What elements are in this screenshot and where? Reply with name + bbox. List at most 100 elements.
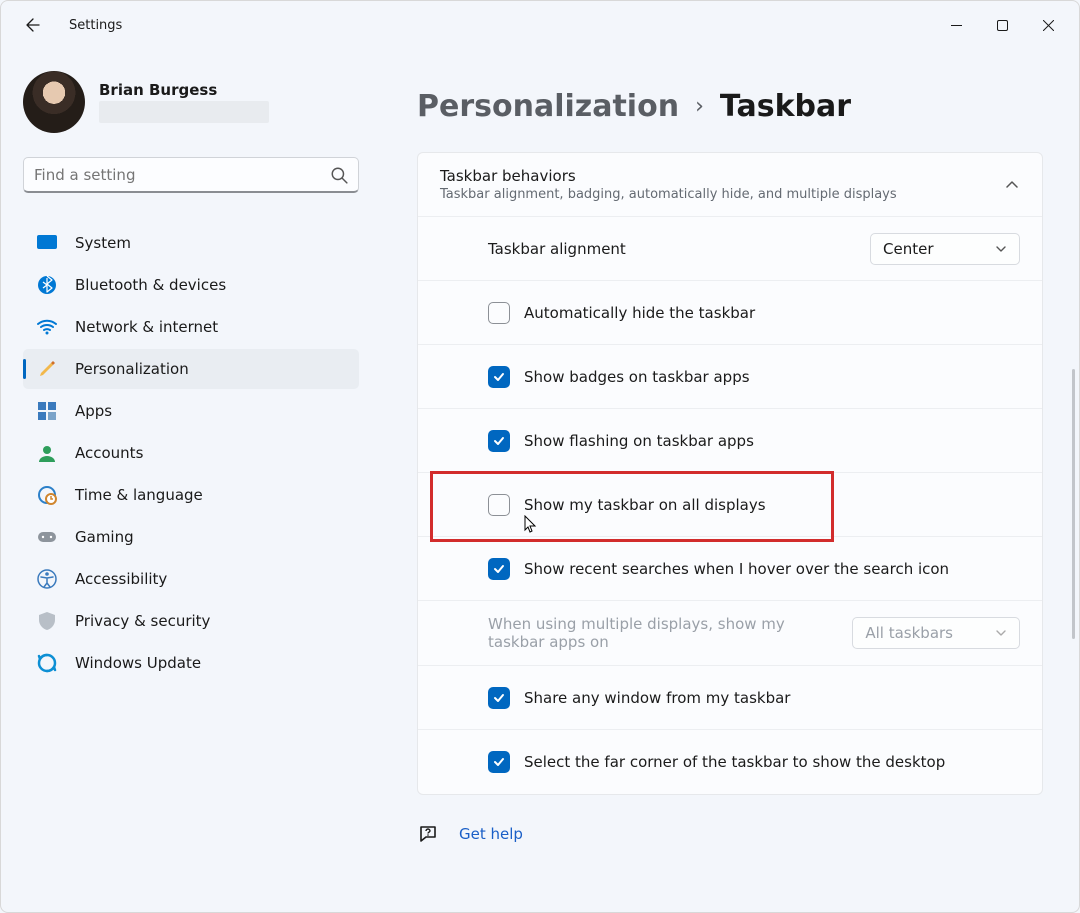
sidebar-item-bluetooth[interactable]: Bluetooth & devices: [23, 265, 359, 305]
get-help-link[interactable]: Get help: [459, 825, 523, 843]
row-recent-searches: Show recent searches when I hover over t…: [418, 537, 1042, 601]
multidisplay-select: All taskbars: [852, 617, 1020, 649]
maximize-button[interactable]: [979, 9, 1025, 41]
search-icon: [330, 166, 348, 184]
sidebar-item-privacy[interactable]: Privacy & security: [23, 601, 359, 641]
sidebar-item-label: System: [75, 234, 131, 252]
bluetooth-icon: [37, 275, 57, 295]
sidebar-item-time[interactable]: Time & language: [23, 475, 359, 515]
sidebar-item-label: Gaming: [75, 528, 134, 546]
row-label: Show badges on taskbar apps: [524, 368, 750, 386]
select-value: Center: [883, 240, 934, 258]
check-icon: [492, 755, 506, 769]
sidebar-item-label: Apps: [75, 402, 112, 420]
help-icon: [417, 823, 439, 845]
alignment-select[interactable]: Center: [870, 233, 1020, 265]
row-label: Show flashing on taskbar apps: [524, 432, 754, 450]
search-input[interactable]: [34, 166, 330, 184]
scrollbar-thumb[interactable]: [1072, 369, 1075, 639]
row-share-window: Share any window from my taskbar: [418, 666, 1042, 730]
system-icon: [37, 233, 57, 253]
back-button[interactable]: [21, 13, 45, 37]
sidebar-item-accessibility[interactable]: Accessibility: [23, 559, 359, 599]
panel-header[interactable]: Taskbar behaviors Taskbar alignment, bad…: [418, 153, 1042, 217]
sidebar-item-label: Windows Update: [75, 654, 201, 672]
help-row: Get help: [417, 823, 1043, 845]
sidebar-item-update[interactable]: Windows Update: [23, 643, 359, 683]
settings-window: Settings Brian Burgess: [0, 0, 1080, 913]
panel-title: Taskbar behaviors: [440, 167, 897, 185]
apps-icon: [37, 401, 57, 421]
row-label: Taskbar alignment: [488, 240, 626, 258]
row-badges: Show badges on taskbar apps: [418, 345, 1042, 409]
check-icon: [492, 691, 506, 705]
accessibility-icon: [37, 569, 57, 589]
titlebar: Settings: [1, 1, 1079, 49]
sidebar-item-network[interactable]: Network & internet: [23, 307, 359, 347]
row-label: Select the far corner of the taskbar to …: [524, 753, 945, 771]
row-taskbar-alignment: Taskbar alignment Center: [418, 217, 1042, 281]
chevron-down-icon: [995, 627, 1007, 639]
minimize-button[interactable]: [933, 9, 979, 41]
sidebar: Brian Burgess System Bluetooth & devices: [1, 49, 381, 912]
row-autohide: Automatically hide the taskbar: [418, 281, 1042, 345]
sidebar-item-label: Accessibility: [75, 570, 167, 588]
taskbar-behaviors-panel: Taskbar behaviors Taskbar alignment, bad…: [417, 152, 1043, 795]
person-icon: [37, 443, 57, 463]
row-label: Automatically hide the taskbar: [524, 304, 755, 322]
sidebar-item-apps[interactable]: Apps: [23, 391, 359, 431]
chevron-right-icon: ›: [695, 94, 704, 119]
row-multi-display: When using multiple displays, show my ta…: [418, 601, 1042, 666]
row-flashing: Show flashing on taskbar apps: [418, 409, 1042, 473]
nav-list: System Bluetooth & devices Network & int…: [23, 223, 359, 683]
row-label: Show recent searches when I hover over t…: [524, 560, 949, 578]
wifi-icon: [37, 317, 57, 337]
checkbox-badges[interactable]: [488, 366, 510, 388]
main-content: Personalization › Taskbar Taskbar behavi…: [381, 49, 1079, 912]
row-label: When using multiple displays, show my ta…: [488, 615, 808, 651]
checkbox-far-corner[interactable]: [488, 751, 510, 773]
breadcrumb-parent[interactable]: Personalization: [417, 89, 679, 124]
gamepad-icon: [37, 527, 57, 547]
check-icon: [492, 370, 506, 384]
row-label: Show my taskbar on all displays: [524, 496, 766, 514]
sidebar-item-label: Privacy & security: [75, 612, 210, 630]
close-button[interactable]: [1025, 9, 1071, 41]
sidebar-item-label: Time & language: [75, 486, 203, 504]
row-all-displays: Show my taskbar on all displays: [418, 473, 1042, 537]
maximize-icon: [997, 20, 1008, 31]
checkbox-flashing[interactable]: [488, 430, 510, 452]
shield-icon: [37, 611, 57, 631]
sidebar-item-system[interactable]: System: [23, 223, 359, 263]
paintbrush-icon: [37, 359, 57, 379]
update-icon: [37, 653, 57, 673]
sidebar-item-gaming[interactable]: Gaming: [23, 517, 359, 557]
close-icon: [1043, 20, 1054, 31]
profile-email-redacted: [99, 101, 269, 123]
checkbox-share-window[interactable]: [488, 687, 510, 709]
profile-name: Brian Burgess: [99, 81, 269, 99]
sidebar-item-personalization[interactable]: Personalization: [23, 349, 359, 389]
select-value: All taskbars: [865, 624, 953, 642]
search-box[interactable]: [23, 157, 359, 193]
checkbox-autohide[interactable]: [488, 302, 510, 324]
sidebar-item-label: Bluetooth & devices: [75, 276, 226, 294]
check-icon: [492, 562, 506, 576]
checkbox-recent-searches[interactable]: [488, 558, 510, 580]
arrow-left-icon: [25, 17, 41, 33]
row-label: Share any window from my taskbar: [524, 689, 790, 707]
chevron-down-icon: [995, 243, 1007, 255]
sidebar-item-label: Accounts: [75, 444, 143, 462]
panel-subtitle: Taskbar alignment, badging, automaticall…: [440, 187, 897, 202]
chevron-up-icon: [1004, 177, 1020, 193]
breadcrumb: Personalization › Taskbar: [417, 89, 1043, 124]
app-title: Settings: [69, 18, 122, 33]
sidebar-item-label: Network & internet: [75, 318, 218, 336]
profile[interactable]: Brian Burgess: [23, 71, 359, 133]
checkbox-all-displays[interactable]: [488, 494, 510, 516]
check-icon: [492, 434, 506, 448]
sidebar-item-accounts[interactable]: Accounts: [23, 433, 359, 473]
avatar: [23, 71, 85, 133]
row-far-corner: Select the far corner of the taskbar to …: [418, 730, 1042, 794]
clock-globe-icon: [37, 485, 57, 505]
